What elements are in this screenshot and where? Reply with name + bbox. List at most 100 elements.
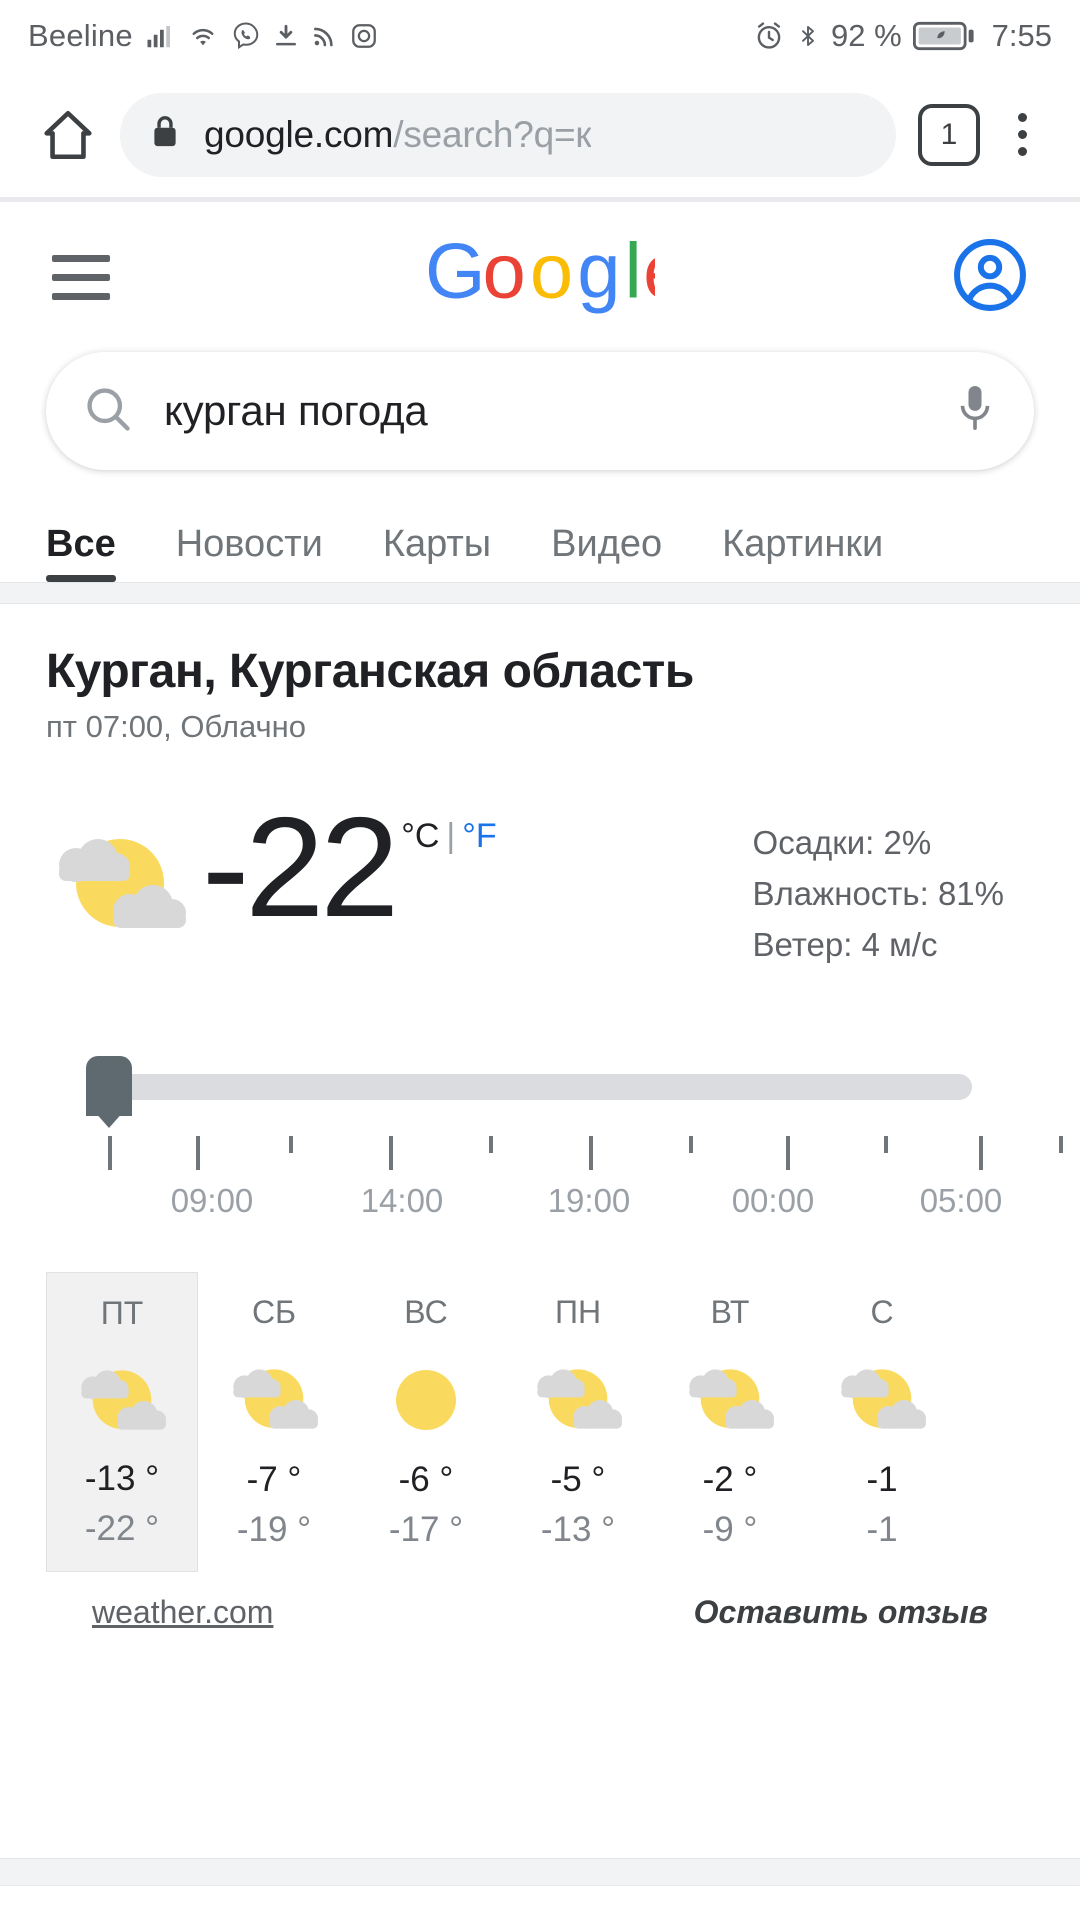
- search-input[interactable]: курган погода: [164, 387, 922, 435]
- lock-icon: [148, 112, 182, 157]
- forecast-low: -1: [866, 1510, 897, 1550]
- account-avatar-icon[interactable]: [952, 237, 1028, 318]
- feedback-link[interactable]: Оставить отзыв: [694, 1594, 988, 1631]
- time-label-3: 00:00: [732, 1182, 815, 1220]
- wind-label: Ветер: 4 м/с: [753, 919, 1004, 970]
- svg-text:o: o: [530, 238, 573, 314]
- svg-text:g: g: [577, 238, 620, 314]
- kebab-menu-icon[interactable]: [994, 100, 1050, 170]
- slider-thumb[interactable]: [86, 1056, 132, 1116]
- slider-track[interactable]: [98, 1074, 972, 1100]
- search-icon: [82, 383, 134, 440]
- forecast-day-4[interactable]: ВТ -2 ° -9 °: [654, 1272, 806, 1572]
- tick: [589, 1136, 593, 1170]
- sun-behind-clouds-icon: [222, 1357, 326, 1443]
- section-divider-band: [0, 582, 1080, 604]
- forecast-high: -1: [866, 1460, 897, 1500]
- tick: [786, 1136, 790, 1170]
- weather-source-link[interactable]: weather.com: [92, 1594, 273, 1631]
- status-bar: Beeline 92 %: [0, 0, 1080, 72]
- time-label-2: 19:00: [548, 1182, 631, 1220]
- alarm-icon: [753, 20, 785, 52]
- forecast-day-5[interactable]: С -1 -1: [806, 1272, 958, 1572]
- time-label-0: 09:00: [171, 1182, 254, 1220]
- precipitation-label: Осадки: 2%: [753, 817, 1004, 868]
- svg-text:G: G: [425, 238, 486, 314]
- slider-ticks: [46, 1136, 1034, 1176]
- weather-unit-toggle: °C|°F: [401, 817, 496, 856]
- forecast-day-2[interactable]: ВС -6 ° -17 °: [350, 1272, 502, 1572]
- sun-behind-clouds-icon: [678, 1357, 782, 1443]
- status-bar-left: Beeline: [28, 18, 379, 54]
- svg-text:o: o: [483, 238, 526, 314]
- forecast-low: -19 °: [237, 1510, 311, 1550]
- time-label-1: 14:00: [361, 1182, 444, 1220]
- clock-label: 7:55: [992, 18, 1052, 54]
- status-bar-right: 92 % 7:55: [753, 18, 1052, 54]
- tick: [489, 1136, 493, 1153]
- forecast-dow: СБ: [252, 1294, 296, 1331]
- tick: [196, 1136, 200, 1170]
- forecast-dow: С: [870, 1294, 893, 1331]
- tab-kartinki[interactable]: Картинки: [722, 523, 883, 582]
- search-box[interactable]: курган погода: [46, 352, 1034, 470]
- weather-footer: weather.com Оставить отзыв: [46, 1572, 1034, 1631]
- signal-icon: [145, 21, 175, 51]
- forecast-day-0[interactable]: ПТ -13 ° -22 °: [46, 1272, 198, 1572]
- forecast-dow: ПН: [555, 1294, 601, 1331]
- forecast-day-1[interactable]: СБ -7 ° -19 °: [198, 1272, 350, 1572]
- tab-counter-button[interactable]: 1: [918, 104, 980, 166]
- weather-observation-time: пт 07:00, Облачно: [46, 709, 1034, 745]
- address-bar[interactable]: google.com/search?q=к: [120, 93, 896, 177]
- daily-forecast-strip: ПТ -13 ° -22 ° СБ -7 ° -19 ° ВС -6 ° -17…: [46, 1272, 1034, 1572]
- hamburger-icon[interactable]: [52, 255, 110, 300]
- unit-fahrenheit[interactable]: °F: [462, 817, 496, 855]
- wifi-icon: [187, 21, 219, 51]
- unit-celsius[interactable]: °C: [401, 817, 439, 855]
- rss-icon: [311, 21, 337, 51]
- forecast-day-3[interactable]: ПН -5 ° -13 °: [502, 1272, 654, 1572]
- tab-karty[interactable]: Карты: [383, 523, 491, 582]
- sun-behind-clouds-icon: [830, 1357, 934, 1443]
- tab-novosti[interactable]: Новости: [176, 523, 323, 582]
- forecast-low: -13 °: [541, 1510, 615, 1550]
- forecast-low: -9 °: [703, 1510, 758, 1550]
- tick: [884, 1136, 888, 1153]
- home-icon[interactable]: [30, 97, 106, 173]
- hourly-time-slider[interactable]: [46, 1056, 1034, 1116]
- svg-text:l: l: [625, 238, 642, 314]
- microphone-icon[interactable]: [952, 382, 998, 441]
- sun-behind-clouds-icon: [526, 1357, 630, 1443]
- browser-toolbar: google.com/search?q=к 1: [0, 72, 1080, 197]
- tick: [108, 1136, 112, 1170]
- tick: [1059, 1136, 1063, 1153]
- tab-vse[interactable]: Все: [46, 523, 116, 582]
- bluetooth-icon: [796, 20, 820, 52]
- tab-video[interactable]: Видео: [551, 523, 662, 582]
- search-vertical-tabs: Все Новости Карты Видео Картинки: [0, 470, 1080, 582]
- forecast-high: -2 °: [703, 1460, 758, 1500]
- forecast-high: -6 °: [399, 1460, 454, 1500]
- sun-behind-clouds-icon: [46, 825, 194, 945]
- search-section: курган погода: [0, 352, 1080, 470]
- unit-separator: |: [446, 817, 455, 855]
- weather-current-row: -22 °C|°F Осадки: 2% Влажность: 81% Вете…: [46, 803, 1034, 970]
- weather-location-title: Курган, Курганская область: [46, 644, 1034, 699]
- url-domain: google.com: [204, 114, 393, 155]
- bottom-divider-band: [0, 1858, 1080, 1886]
- forecast-dow: ВС: [404, 1294, 447, 1331]
- download-icon: [273, 21, 299, 51]
- tick: [289, 1136, 293, 1153]
- weather-temperature: -22: [202, 803, 395, 934]
- carrier-label: Beeline: [28, 18, 133, 54]
- sun-icon: [374, 1357, 478, 1443]
- weather-details: Осадки: 2% Влажность: 81% Ветер: 4 м/с: [753, 817, 1034, 970]
- weather-temperature-group: -22 °C|°F: [202, 803, 497, 934]
- instagram-icon: [349, 21, 379, 51]
- forecast-dow: ПТ: [101, 1295, 144, 1332]
- google-header: G o o g l e: [0, 202, 1080, 352]
- time-label-4: 05:00: [920, 1182, 1003, 1220]
- tick: [979, 1136, 983, 1170]
- address-bar-url: google.com/search?q=к: [204, 114, 591, 156]
- humidity-label: Влажность: 81%: [753, 868, 1004, 919]
